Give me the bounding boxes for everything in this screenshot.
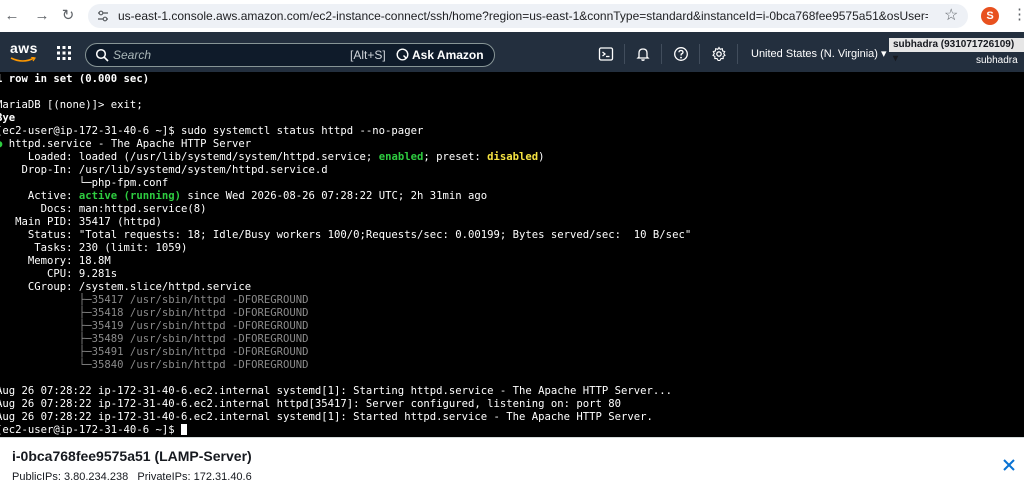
private-ip: PrivateIPs: 172.31.40.6 bbox=[137, 471, 252, 483]
terminal-line: CGroup: /system.slice/httpd.service bbox=[0, 281, 252, 293]
forward-arrow-icon[interactable]: → bbox=[32, 6, 52, 26]
aws-logo[interactable]: aws bbox=[10, 40, 38, 64]
terminal-line: ● httpd.service - The Apache HTTP Server bbox=[0, 138, 251, 151]
amazon-q-icon[interactable] bbox=[396, 48, 409, 61]
preset-text: ; preset: bbox=[423, 151, 488, 163]
terminal-cursor bbox=[180, 424, 187, 435]
reload-icon[interactable]: ↻ bbox=[58, 6, 78, 26]
address-bar[interactable]: us-east-1.console.aws.amazon.com/ec2-ins… bbox=[88, 4, 968, 28]
terminal-line: Aug 26 07:28:22 ip-172-31-40-6.ec2.inter… bbox=[0, 385, 673, 397]
active-since-text: since Wed 2026-08-26 07:28:22 UTC; 2h 31… bbox=[180, 190, 488, 202]
terminal-line: ├─35417 /usr/sbin/httpd -DFOREGROUND bbox=[0, 294, 309, 306]
profile-avatar[interactable]: S bbox=[981, 7, 999, 25]
close-icon[interactable] bbox=[1002, 458, 1016, 472]
ssh-terminal[interactable]: 1 row in set (0.000 sec) MariaDB [(none)… bbox=[0, 72, 1024, 437]
public-ip: PublicIPs: 3.80.234.238 bbox=[12, 471, 129, 483]
bookmark-star-icon[interactable]: ☆ bbox=[944, 6, 958, 26]
instance-info-panel: i-0bca768fee9575a51 (LAMP-Server) Public… bbox=[0, 437, 1024, 492]
nav-divider bbox=[624, 44, 625, 64]
terminal-line: ├─35418 /usr/sbin/httpd -DFOREGROUND bbox=[0, 307, 309, 319]
terminal-line: Loaded: loaded (/usr/lib/systemd/system/… bbox=[0, 151, 545, 164]
terminal-line: ├─35491 /usr/sbin/httpd -DFOREGROUND bbox=[0, 346, 309, 358]
settings-gear-icon[interactable] bbox=[711, 46, 727, 62]
terminal-line: Active: active (running) since Wed 2026-… bbox=[0, 190, 487, 203]
active-running-status: active (running) bbox=[78, 190, 181, 202]
terminal-line: Main PID: 35417 (httpd) bbox=[0, 216, 162, 228]
terminal-line: Memory: 18.8M bbox=[0, 255, 111, 267]
active-label: Active: bbox=[0, 190, 79, 202]
terminal-line: Tasks: 230 (limit: 1059) bbox=[0, 242, 188, 254]
shell-prompt: [ec2-user@ip-172-31-40-6 ~]$ bbox=[0, 424, 181, 436]
notifications-bell-icon[interactable] bbox=[635, 46, 651, 62]
cloudshell-icon[interactable] bbox=[598, 46, 614, 62]
terminal-line: CPU: 9.281s bbox=[0, 268, 118, 280]
search-placeholder: Search bbox=[113, 48, 152, 62]
url-text[interactable]: us-east-1.console.aws.amazon.com/ec2-ins… bbox=[118, 4, 928, 28]
terminal-line: └─php-fpm.conf bbox=[0, 177, 169, 189]
enabled-status: enabled bbox=[378, 151, 424, 163]
help-icon[interactable] bbox=[673, 46, 689, 62]
loaded-text: Loaded: loaded (/usr/lib/systemd/system/… bbox=[0, 151, 379, 163]
aws-logo-text: aws bbox=[10, 40, 38, 56]
region-selector[interactable]: United States (N. Virginia) ▾ bbox=[751, 44, 887, 64]
terminal-line: Drop-In: /usr/lib/systemd/system/httpd.s… bbox=[0, 164, 328, 176]
terminal-line: Bye bbox=[0, 112, 16, 124]
browser-toolbar: ← → ↻ us-east-1.console.aws.amazon.com/e… bbox=[0, 0, 1024, 33]
back-arrow-icon[interactable]: ← bbox=[2, 6, 22, 26]
aws-smile-icon bbox=[10, 57, 36, 62]
terminal-line: [ec2-user@ip-172-31-40-6 ~]$ sudo system… bbox=[0, 125, 424, 137]
terminal-prompt-line[interactable]: [ec2-user@ip-172-31-40-6 ~]$ bbox=[0, 424, 187, 437]
terminal-line: Docs: man:httpd.service(8) bbox=[0, 203, 207, 215]
username-label: subhadra bbox=[976, 55, 1018, 66]
terminal-line: 1 row in set (0.000 sec) bbox=[0, 73, 150, 85]
site-info-icon[interactable] bbox=[96, 9, 110, 23]
service-title: httpd.service - The Apache HTTP Server bbox=[2, 138, 252, 150]
terminal-line: ├─35489 /usr/sbin/httpd -DFOREGROUND bbox=[0, 333, 309, 345]
instance-ip-addresses: PublicIPs: 3.80.234.238 PrivateIPs: 172.… bbox=[12, 471, 252, 483]
loaded-close: ) bbox=[538, 151, 545, 163]
instance-title: i-0bca768fee9575a51 (LAMP-Server) bbox=[12, 448, 252, 464]
preset-disabled-status: disabled bbox=[487, 151, 539, 163]
console-search-input[interactable]: Search [Alt+S] Ask Amazon Q bbox=[85, 43, 495, 84]
search-icon bbox=[95, 48, 109, 62]
search-shortcut-hint: [Alt+S] bbox=[350, 48, 386, 62]
browser-menu-icon[interactable]: ⋮ bbox=[1012, 5, 1024, 25]
services-grid-icon[interactable] bbox=[57, 46, 71, 60]
terminal-line: Aug 26 07:28:22 ip-172-31-40-6.ec2.inter… bbox=[0, 411, 653, 423]
account-menu[interactable]: subhadra (931071726109) ▾ bbox=[889, 38, 1024, 64]
nav-divider bbox=[737, 44, 738, 64]
nav-divider bbox=[699, 44, 700, 64]
terminal-line: Status: "Total requests: 18; Idle/Busy w… bbox=[0, 229, 692, 241]
terminal-line: MariaDB [(none)]> exit; bbox=[0, 99, 143, 111]
nav-divider bbox=[661, 44, 662, 64]
terminal-line: Aug 26 07:28:22 ip-172-31-40-6.ec2.inter… bbox=[0, 398, 622, 410]
terminal-line: └─35840 /usr/sbin/httpd -DFOREGROUND bbox=[0, 359, 309, 371]
terminal-line: ├─35419 /usr/sbin/httpd -DFOREGROUND bbox=[0, 320, 309, 332]
